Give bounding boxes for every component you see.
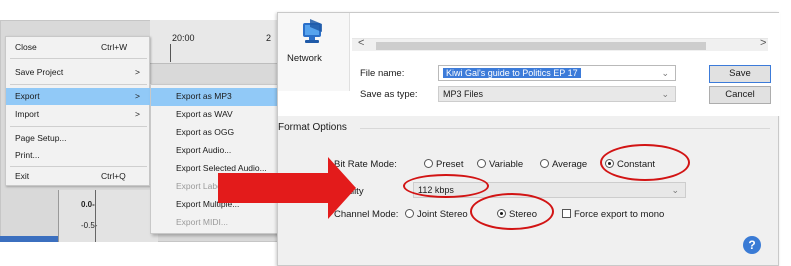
submenu-item-export-mp3[interactable]: Export as MP3 <box>151 88 281 106</box>
menu-item-label: Export <box>15 91 40 101</box>
menu-item-page-setup[interactable]: Page Setup... <box>6 130 151 147</box>
radio-preset[interactable]: Preset <box>424 159 463 170</box>
menu-item-close[interactable]: Close Ctrl+W <box>6 39 151 56</box>
menu-item-label: Close <box>15 42 37 52</box>
menu-item-label: Page Setup... <box>15 133 67 143</box>
cancel-button[interactable]: Cancel <box>709 86 771 104</box>
scroll-right-icon[interactable]: > <box>760 37 766 49</box>
menu-item-label: Save Project <box>15 67 64 77</box>
file-name-value: Kiwi Gal's guide to Politics EP 17 <box>443 68 581 78</box>
file-browser-area: Network < > File name: Kiwi Gal's guide … <box>278 13 780 116</box>
menu-separator <box>10 166 147 167</box>
network-label[interactable]: Network <box>287 53 322 64</box>
save-as-type-value: MP3 Files <box>443 89 484 99</box>
radio-average-label: Average <box>552 159 588 170</box>
menu-item-save-project[interactable]: Save Project > <box>6 64 151 81</box>
submenu-item-export-ogg[interactable]: Export as OGG <box>151 124 281 142</box>
menu-separator <box>10 126 147 127</box>
menu-item-print[interactable]: Print... <box>6 147 151 164</box>
track-ruler-line <box>95 190 96 242</box>
radio-dot <box>540 159 549 168</box>
format-options-label: Format Options <box>278 122 347 133</box>
timeline-tick-mark <box>170 44 171 62</box>
save-as-type-select[interactable]: MP3 Files ⌄ <box>438 86 676 102</box>
audio-track[interactable]: 0.0- -0.5- <box>58 190 158 242</box>
chevron-down-icon[interactable]: ⌄ <box>661 66 669 80</box>
chevron-down-icon[interactable]: ⌄ <box>671 183 679 197</box>
format-options-divider <box>360 128 770 129</box>
chevron-right-icon: > <box>135 67 140 77</box>
menu-item-exit[interactable]: Exit Ctrl+Q <box>6 168 151 185</box>
menu-separator <box>10 58 147 59</box>
radio-dot <box>424 159 433 168</box>
save-as-type-label: Save as type: <box>360 89 418 100</box>
horizontal-scrollbar[interactable]: < > <box>352 37 768 51</box>
annotation-circle-constant <box>600 144 690 181</box>
annotation-circle-quality <box>403 174 489 198</box>
annotation-arrow <box>218 157 356 219</box>
menu-separator <box>10 84 147 85</box>
menu-item-shortcut: Ctrl+W <box>101 42 128 52</box>
radio-variable-label: Variable <box>489 159 524 170</box>
file-name-label: File name: <box>360 68 405 79</box>
help-icon[interactable]: ? <box>743 236 761 254</box>
timeline-tick-label-2: 2 <box>266 33 272 43</box>
file-name-input[interactable]: Kiwi Gal's guide to Politics EP 17 ⌄ <box>438 65 676 81</box>
save-button[interactable]: Save <box>709 65 771 83</box>
radio-dot <box>477 159 486 168</box>
menu-item-shortcut: Ctrl+Q <box>101 171 126 181</box>
menu-item-label: Import <box>15 109 40 119</box>
chevron-down-icon[interactable]: ⌄ <box>661 87 669 101</box>
file-menu: Close Ctrl+W Save Project > Export > Imp… <box>5 36 151 186</box>
track-selection[interactable] <box>0 236 58 242</box>
radio-joint-stereo-label: Joint Stereo <box>417 209 468 220</box>
menu-item-label: Print... <box>15 150 40 160</box>
menu-item-export[interactable]: Export > <box>6 88 151 105</box>
timeline-tick-label: 20:00 <box>172 33 195 43</box>
radio-average[interactable]: Average <box>540 159 587 170</box>
menu-item-label: Exit <box>15 171 30 181</box>
radio-dot <box>405 209 414 218</box>
radio-preset-label: Preset <box>436 159 464 170</box>
nav-pane: Network <box>278 13 350 91</box>
radio-joint-stereo[interactable]: Joint Stereo <box>405 209 468 220</box>
checkbox-box <box>562 209 571 218</box>
chevron-right-icon: > <box>135 91 140 101</box>
radio-variable[interactable]: Variable <box>477 159 523 170</box>
network-icon[interactable] <box>300 19 328 47</box>
scroll-left-icon[interactable]: < <box>358 37 364 49</box>
force-mono-label: Force export to mono <box>574 209 665 220</box>
annotation-circle-stereo <box>470 193 554 230</box>
force-mono-checkbox[interactable]: Force export to mono <box>562 209 664 220</box>
timeline-ruler[interactable]: 20:00 2 <box>150 20 295 64</box>
chevron-right-icon: > <box>135 109 140 119</box>
track-ruler-top: 0.0- <box>81 200 95 209</box>
scroll-thumb[interactable] <box>376 42 706 50</box>
submenu-item-export-wav[interactable]: Export as WAV <box>151 106 281 124</box>
menu-item-import[interactable]: Import > <box>6 106 151 123</box>
